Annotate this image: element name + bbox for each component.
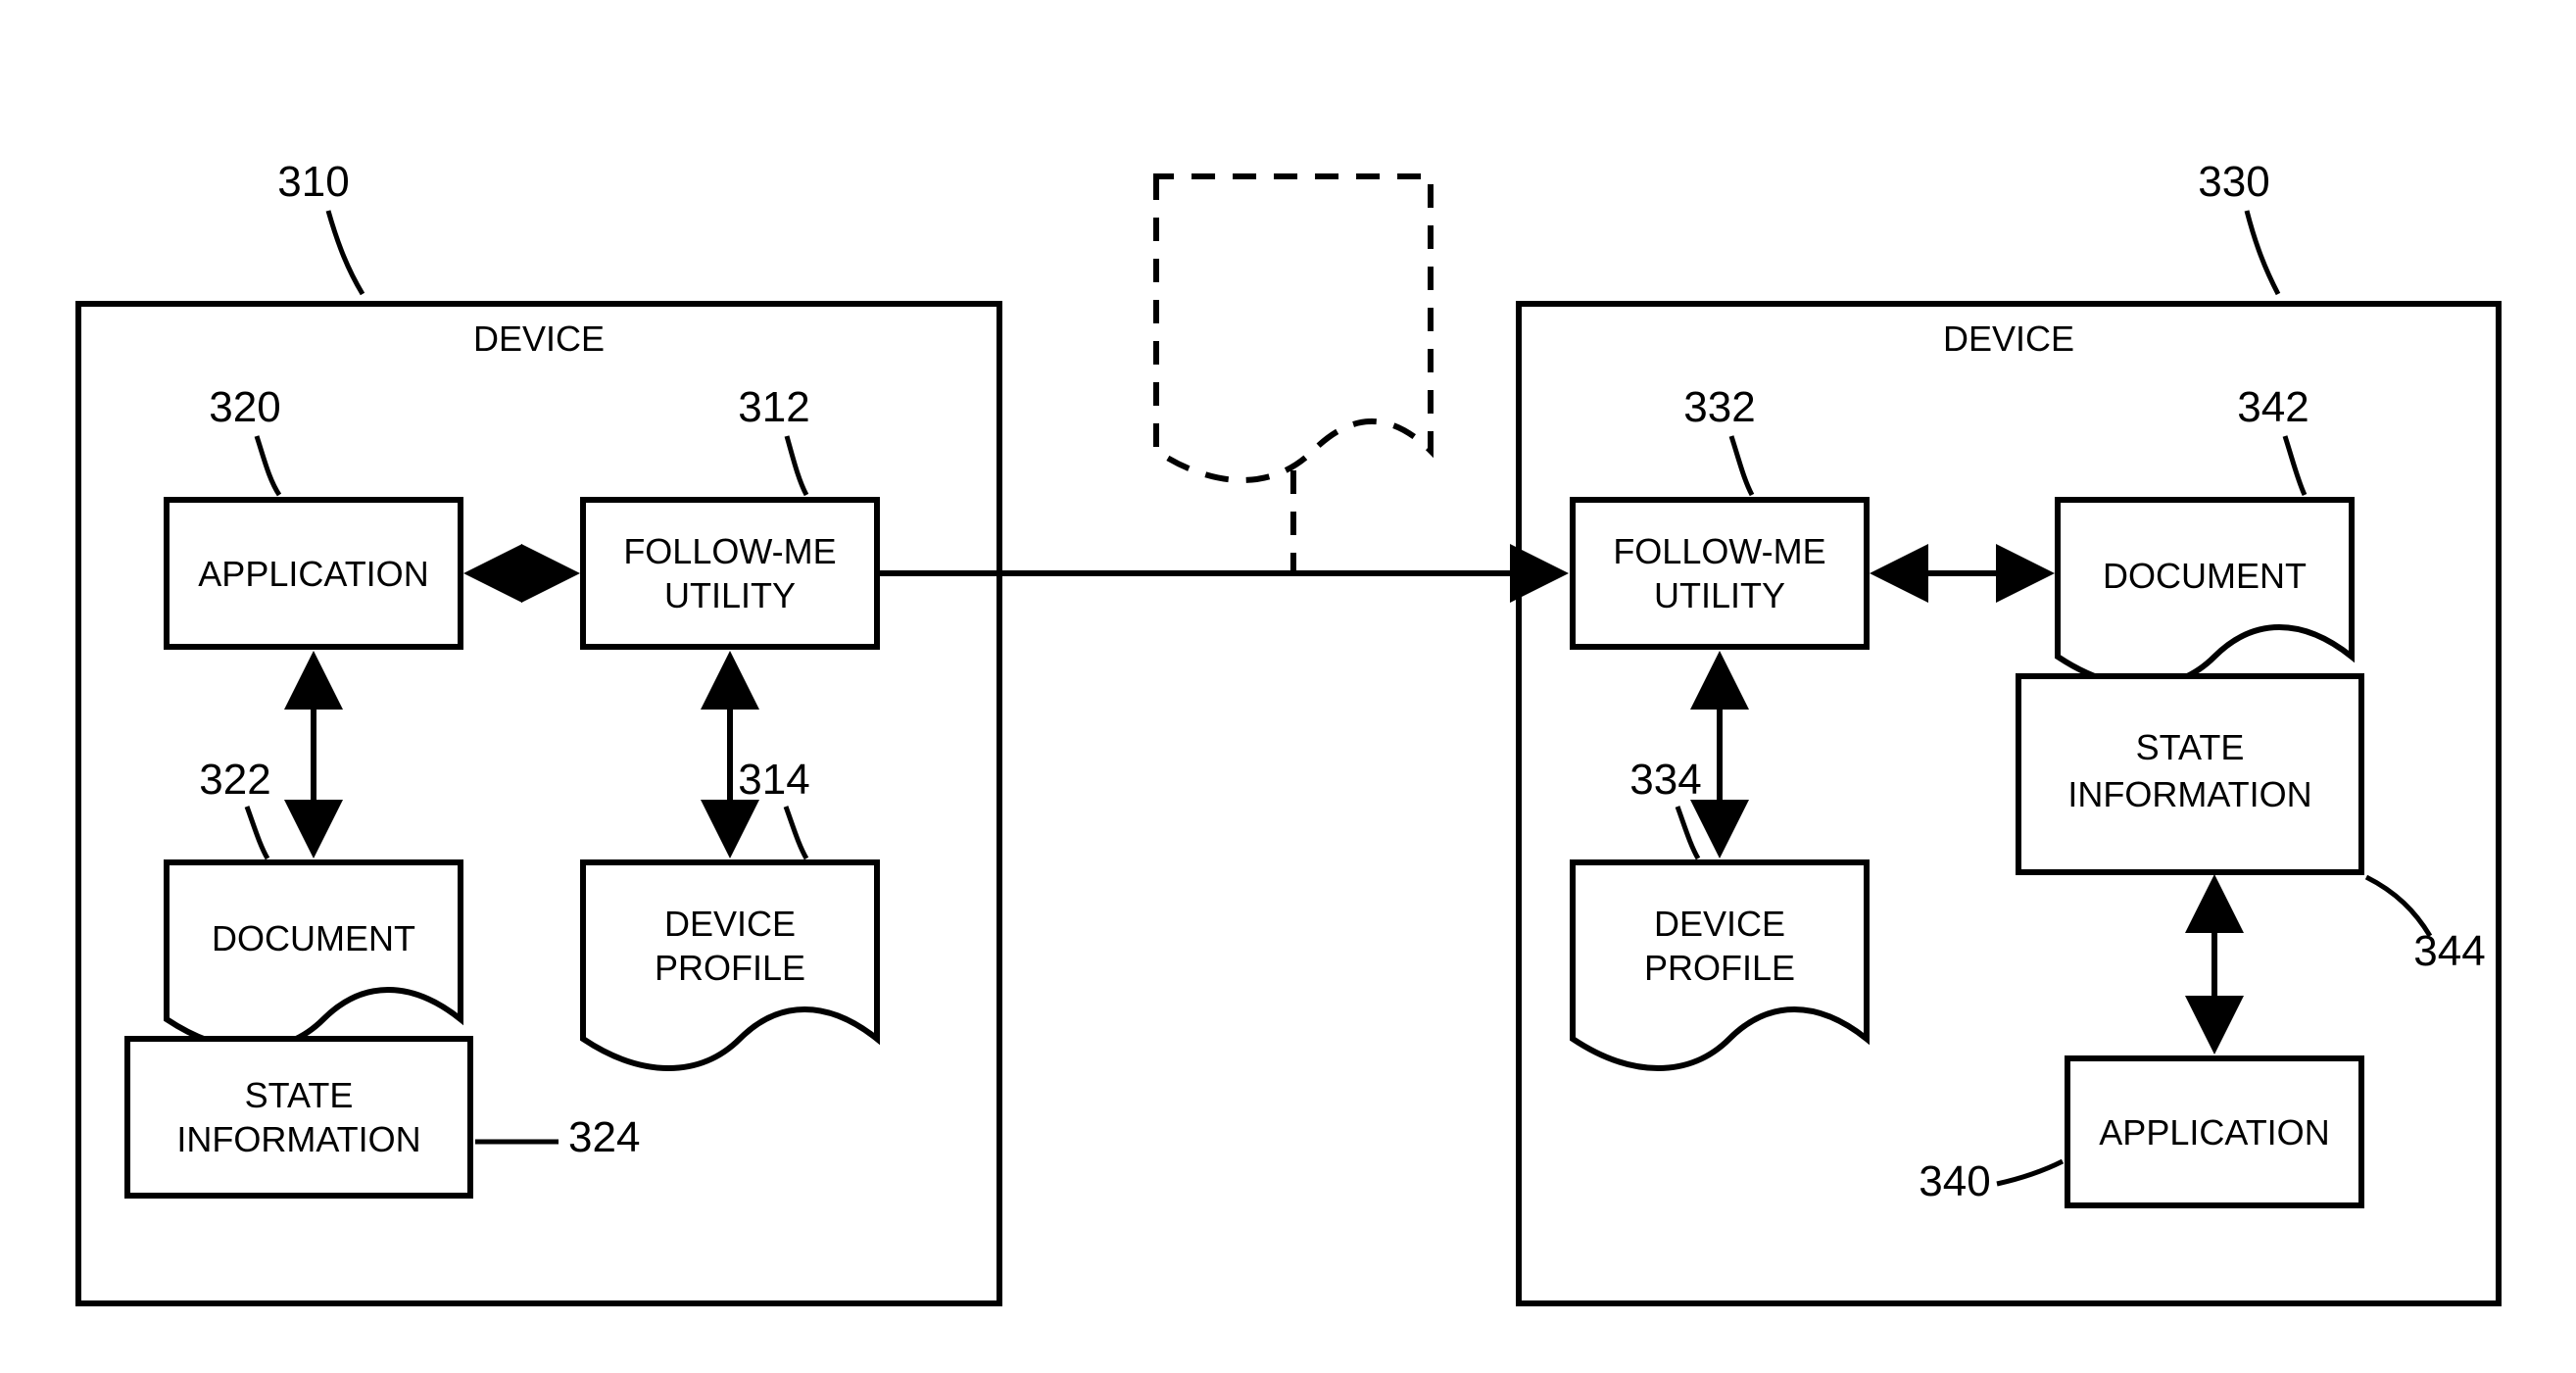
leader-314 (786, 807, 806, 858)
state-info-left-label1: STATE (245, 1075, 354, 1115)
device-left-label: DEVICE (473, 319, 605, 359)
device-profile-left-label2: PROFILE (655, 948, 805, 988)
state-info-right-label1: STATE (2136, 727, 2245, 767)
leader-310 (328, 211, 363, 294)
document-right-box: DOCUMENT (2058, 500, 2352, 686)
ref-332: 332 (1683, 383, 1755, 431)
state-info-left-label2: INFORMATION (176, 1119, 420, 1159)
ref-340: 340 (1919, 1157, 1990, 1205)
follow-me-left-box (583, 500, 877, 647)
state-info-left-box (127, 1039, 470, 1196)
follow-me-right-label1: FOLLOW-ME (1613, 531, 1825, 571)
ref-320: 320 (209, 383, 280, 431)
ref-312: 312 (738, 383, 809, 431)
center-doc (1156, 176, 1431, 573)
device-profile-right-label2: PROFILE (1644, 948, 1795, 988)
ref-330: 330 (2198, 158, 2269, 206)
follow-me-left-label2: UTILITY (664, 575, 796, 615)
ref-314: 314 (738, 756, 809, 804)
ref-342: 342 (2237, 383, 2309, 431)
device-profile-right-box: DEVICE PROFILE (1573, 862, 1867, 1068)
device-profile-right-label1: DEVICE (1654, 904, 1785, 944)
block-diagram: DEVICE 310 APPLICATION 320 FOLLOW-ME UTI… (0, 0, 2576, 1373)
leader-322 (247, 807, 267, 858)
leader-330 (2247, 211, 2278, 294)
document-left-box: DOCUMENT (167, 862, 461, 1049)
follow-me-right-label2: UTILITY (1654, 575, 1785, 615)
device-right-label: DEVICE (1943, 319, 2074, 359)
leader-340 (1997, 1161, 2063, 1184)
ref-322: 322 (199, 756, 270, 804)
leader-334 (1677, 807, 1698, 858)
application-left-label: APPLICATION (198, 554, 428, 594)
ref-310: 310 (277, 158, 349, 206)
document-right-label: DOCUMENT (2103, 556, 2307, 596)
ref-334: 334 (1629, 756, 1701, 804)
application-right-label: APPLICATION (2099, 1112, 2329, 1152)
follow-me-right-box (1573, 500, 1867, 647)
leader-312 (787, 436, 806, 495)
follow-me-left-label1: FOLLOW-ME (623, 531, 836, 571)
state-info-right-label2: INFORMATION (2067, 774, 2311, 814)
ref-324: 324 (568, 1113, 640, 1161)
ref-344: 344 (2413, 927, 2485, 975)
document-left-label: DOCUMENT (212, 918, 415, 958)
leader-332 (1731, 436, 1752, 495)
leader-320 (257, 436, 279, 495)
device-profile-left-box: DEVICE PROFILE (583, 862, 877, 1068)
device-left: DEVICE 310 APPLICATION 320 FOLLOW-ME UTI… (78, 158, 999, 1303)
device-profile-left-label1: DEVICE (664, 904, 796, 944)
leader-342 (2285, 436, 2305, 495)
device-right: DEVICE 330 FOLLOW-ME UTILITY 332 DOCUMEN… (1519, 158, 2499, 1303)
